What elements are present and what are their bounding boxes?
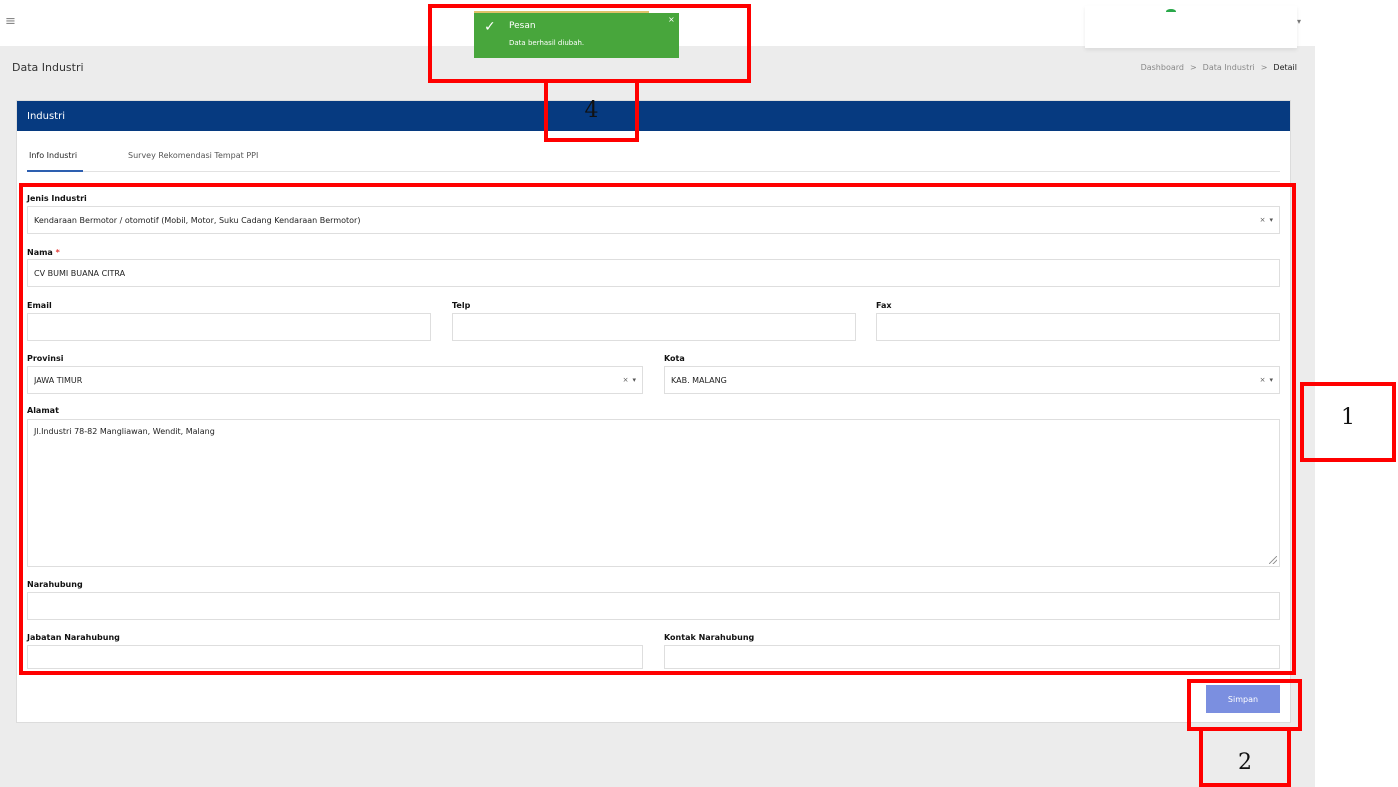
page-title: Data Industri [12, 61, 84, 74]
menu-icon[interactable]: ≡ [5, 14, 16, 29]
breadcrumb-data-industri[interactable]: Data Industri [1203, 63, 1255, 72]
user-menu[interactable]: ▾ [1085, 6, 1301, 48]
annotation-box-form [19, 183, 1296, 675]
annotation-label-4: 4 [584, 98, 599, 123]
user-status-icon [1166, 9, 1176, 14]
tab-survey-rekomendasi[interactable]: Survey Rekomendasi Tempat PPI [128, 151, 258, 160]
breadcrumb-separator: > [1260, 63, 1268, 72]
annotation-label-2: 2 [1238, 750, 1252, 775]
tab-info-industri[interactable]: Info Industri [29, 151, 77, 160]
breadcrumb-dashboard[interactable]: Dashboard [1141, 63, 1184, 72]
breadcrumb: Dashboard > Data Industri > Detail [1141, 63, 1297, 72]
annotation-label-1: 1 [1341, 405, 1355, 430]
tab-bar: Info Industri Survey Rekomendasi Tempat … [27, 147, 1280, 172]
breadcrumb-separator: > [1189, 63, 1197, 72]
breadcrumb-detail: Detail [1273, 63, 1297, 72]
card-header: Industri [17, 101, 1290, 131]
annotation-box-toast [428, 4, 751, 83]
annotation-box-button [1187, 679, 1302, 731]
active-tab-indicator [27, 170, 83, 172]
chevron-down-icon[interactable]: ▾ [1297, 17, 1301, 26]
